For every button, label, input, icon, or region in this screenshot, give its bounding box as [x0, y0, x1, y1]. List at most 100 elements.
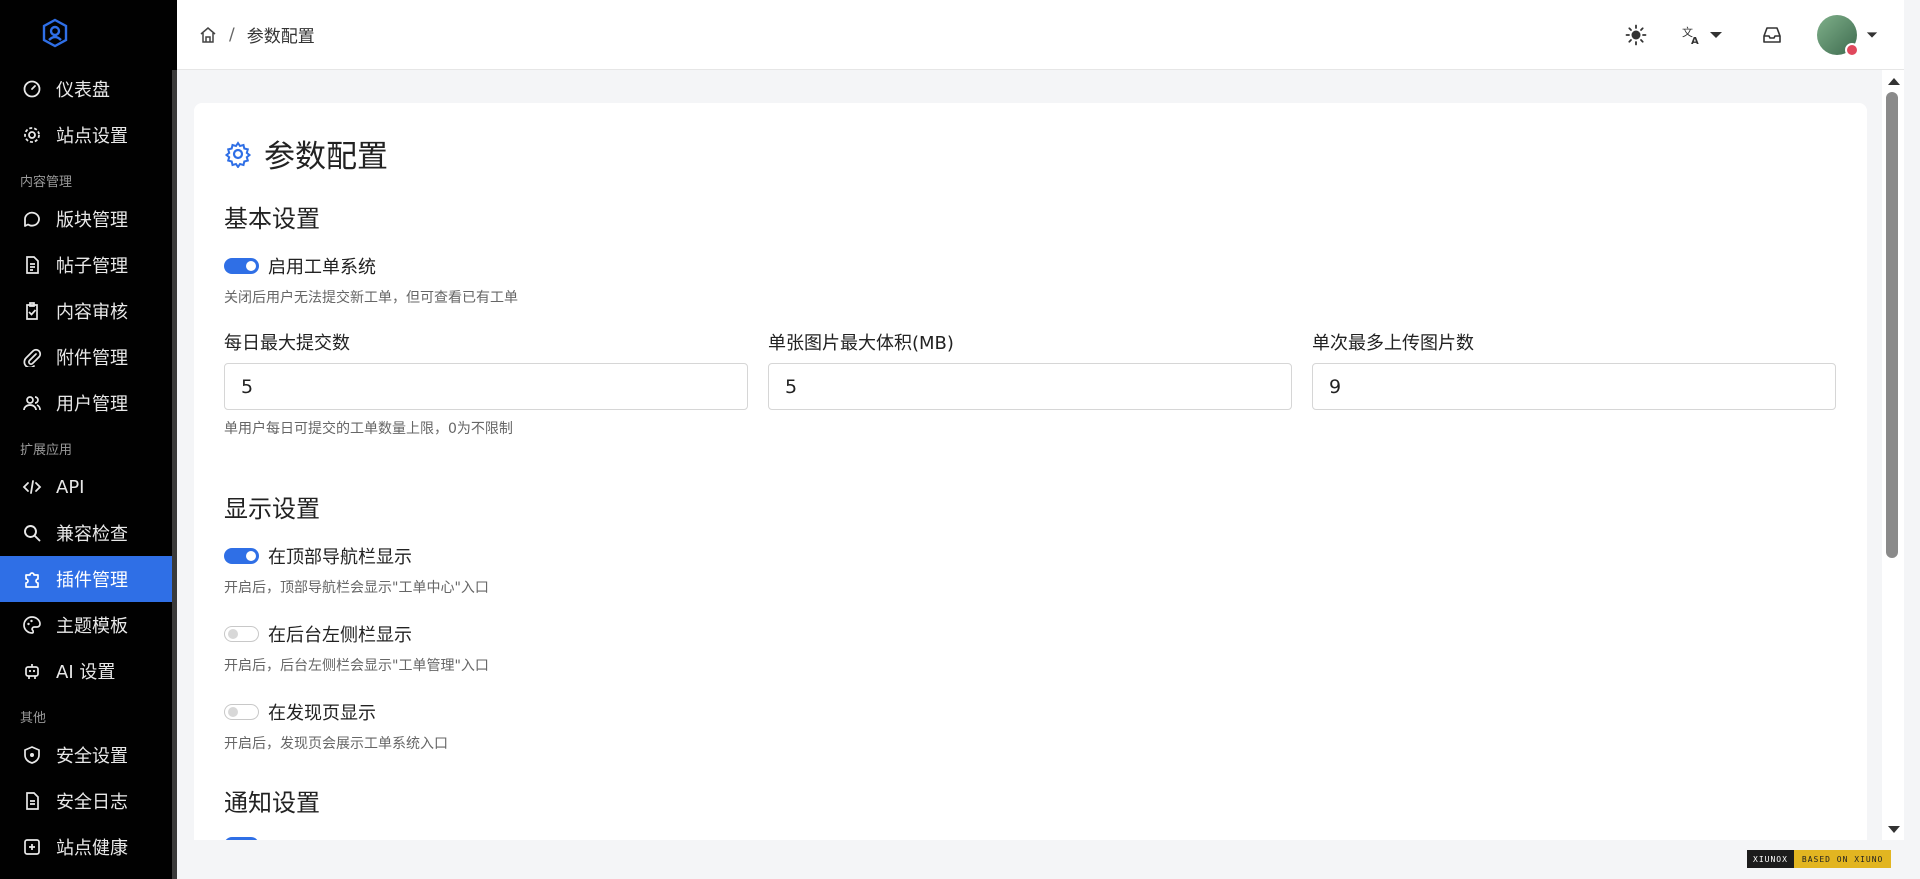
- sidebar-item-label: 主题模板: [56, 616, 128, 637]
- sidebar-item-health[interactable]: 站点健康: [0, 824, 177, 870]
- badge-left: XIUNOX: [1747, 850, 1794, 868]
- gear-icon: [224, 140, 252, 168]
- image-size-label: 单张图片最大体积(MB): [768, 333, 954, 354]
- inbox-button[interactable]: [1761, 15, 1783, 55]
- logo-icon: [42, 18, 68, 48]
- sidebar-display-row: 在后台左侧栏显示: [224, 621, 412, 647]
- discover-row: 在发现页显示: [224, 699, 376, 725]
- sidebar-item-chat-bubble[interactable]: 版块管理: [0, 196, 177, 242]
- puzzle-icon: [22, 569, 42, 589]
- sidebar-item-code[interactable]: API: [0, 464, 177, 510]
- topnav-hint: 开启后，顶部导航栏会显示"工单中心"入口: [224, 580, 489, 596]
- gear-icon: [22, 125, 42, 145]
- language-dropdown[interactable]: 文 A: [1681, 15, 1723, 55]
- sidebar-item-paperclip[interactable]: 附件管理: [0, 334, 177, 380]
- scroll-down-arrow[interactable]: [1888, 826, 1900, 833]
- footer: XIUNOX BASED ON XIUNO: [177, 840, 1920, 879]
- discover-hint: 开启后，发现页会展示工单系统入口: [224, 736, 448, 752]
- settings-card: 参数配置 基本设置 启用工单系统 关闭后用户无法提交新工单，但可查看已有工单 每…: [194, 103, 1867, 840]
- enable-system-toggle[interactable]: [224, 258, 259, 274]
- sidebar-display-hint: 开启后，后台左侧栏会显示"工单管理"入口: [224, 658, 489, 674]
- image-count-input[interactable]: 9: [1312, 363, 1836, 410]
- logo[interactable]: [0, 0, 177, 66]
- image-count-label: 单次最多上传图片数: [1312, 333, 1474, 354]
- right-gutter: [1904, 0, 1920, 879]
- sidebar-display-toggle[interactable]: [224, 626, 259, 642]
- palette-icon: [22, 615, 42, 635]
- sidebar-item-label: 站点设置: [56, 126, 128, 147]
- sidebar-item-gauge[interactable]: 仪表盘: [0, 66, 177, 112]
- health-icon: [22, 837, 42, 857]
- sidebar-item-label: API: [56, 476, 85, 498]
- sidebar-group-label: 内容管理: [20, 175, 73, 190]
- discover-label: 在发现页显示: [268, 703, 376, 724]
- sidebar-item-label: AI 设置: [56, 662, 116, 683]
- top-header: / 参数配置 文 A: [177, 0, 1904, 70]
- sidebar-item-label: 帖子管理: [56, 256, 128, 277]
- daily-max-input[interactable]: 5: [224, 363, 748, 410]
- topnav-toggle[interactable]: [224, 548, 259, 564]
- badge-right: BASED ON XIUNO: [1793, 850, 1892, 868]
- sidebar-item-shield[interactable]: 安全设置: [0, 732, 177, 778]
- shield-icon: [22, 745, 42, 765]
- page-title: 参数配置: [224, 131, 388, 176]
- notification-dot: [1845, 42, 1859, 57]
- sidebar-item-label: 站点健康: [56, 838, 128, 859]
- sidebar: 仪表盘站点设置内容管理版块管理帖子管理内容审核附件管理用户管理扩展应用 API 兼容…: [0, 0, 177, 879]
- sidebar-item-label: 插件管理: [56, 570, 128, 591]
- inbox-icon: [1763, 26, 1781, 43]
- gauge-icon: [22, 79, 42, 99]
- chevron-down-icon: [1710, 31, 1722, 38]
- enable-system-row: 启用工单系统: [224, 253, 376, 279]
- sidebar-item-robot[interactable]: AI 设置: [0, 648, 177, 694]
- sidebar-item-clipboard-check[interactable]: 内容审核: [0, 288, 177, 334]
- breadcrumb-current: 参数配置: [246, 27, 315, 47]
- section-display-title: 显示设置: [224, 495, 320, 523]
- page-title-text: 参数配置: [264, 139, 388, 175]
- sidebar-item-label: 安全日志: [56, 792, 128, 813]
- breadcrumb: / 参数配置: [177, 22, 315, 47]
- sidebar-item-users[interactable]: 用户管理: [0, 380, 177, 426]
- user-menu[interactable]: [1817, 14, 1878, 57]
- main-content: 参数配置 基本设置 启用工单系统 关闭后用户无法提交新工单，但可查看已有工单 每…: [177, 70, 1904, 840]
- log-icon: [22, 791, 42, 811]
- scroll-thumb[interactable]: [1886, 92, 1898, 558]
- search-icon: [22, 523, 42, 543]
- section-basic-title: 基本设置: [224, 205, 320, 233]
- enable-system-label: 启用工单系统: [268, 257, 376, 278]
- sidebar-item-document[interactable]: 帖子管理: [0, 242, 177, 288]
- sidebar-item-gear[interactable]: 站点设置: [0, 112, 177, 158]
- sidebar-item-puzzle[interactable]: 插件管理: [0, 556, 172, 602]
- enable-system-hint: 关闭后用户无法提交新工单，但可查看已有工单: [224, 290, 518, 306]
- sidebar-item-label: 用户管理: [56, 394, 128, 415]
- sidebar-display-label: 在后台左侧栏显示: [268, 625, 412, 646]
- section-notify-title: 通知设置: [224, 789, 320, 817]
- sidebar-item-palette[interactable]: 主题模板: [0, 602, 177, 648]
- powered-by-badge[interactable]: XIUNOX BASED ON XIUNO: [1747, 850, 1892, 868]
- sidebar-group-label: 其他: [20, 711, 47, 726]
- sidebar-group-label: 扩展应用: [20, 443, 73, 458]
- main-scrollbar[interactable]: [1882, 70, 1904, 840]
- sidebar-item-label: 附件管理: [56, 348, 128, 369]
- chat-bubble-icon: [22, 209, 42, 229]
- image-size-input[interactable]: 5: [768, 363, 1292, 410]
- paperclip-icon: [22, 347, 42, 367]
- discover-toggle[interactable]: [224, 704, 259, 720]
- avatar: [1817, 14, 1859, 57]
- breadcrumb-separator: /: [229, 24, 235, 45]
- daily-max-label: 每日最大提交数: [224, 333, 350, 354]
- sidebar-item-label: 安全设置: [56, 746, 128, 767]
- sidebar-item-label: 兼容检查: [56, 524, 128, 545]
- scroll-up-arrow[interactable]: [1888, 78, 1900, 85]
- sun-icon: [1625, 24, 1647, 45]
- clipboard-check-icon: [22, 301, 42, 321]
- home-icon[interactable]: [199, 26, 217, 44]
- sidebar-item-label: 版块管理: [56, 210, 128, 231]
- topnav-label: 在顶部导航栏显示: [268, 547, 412, 568]
- theme-toggle-button[interactable]: [1625, 15, 1647, 55]
- sidebar-item-log[interactable]: 安全日志: [0, 778, 177, 824]
- svg-text:A: A: [1691, 36, 1699, 46]
- sidebar-item-label: 仪表盘: [56, 80, 110, 101]
- sidebar-item-search[interactable]: 兼容检查: [0, 510, 177, 556]
- users-icon: [22, 393, 42, 413]
